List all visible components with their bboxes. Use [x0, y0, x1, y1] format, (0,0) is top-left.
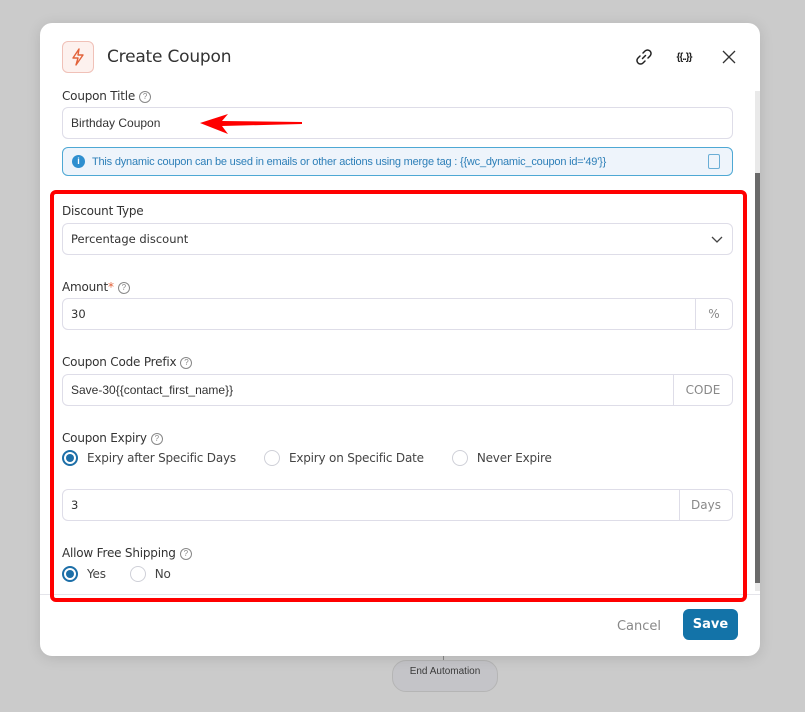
coupon-code-prefix-value: Save-30{{contact_first_name}}: [71, 383, 234, 397]
amount-value: 30: [71, 307, 86, 321]
amount-label: Amount*?: [62, 280, 130, 294]
radio-label: Yes: [87, 567, 106, 581]
close-icon: [722, 50, 736, 64]
close-button[interactable]: [718, 45, 740, 69]
lightning-icon: [62, 41, 94, 73]
link-button[interactable]: [633, 45, 655, 69]
expiry-days-value: 3: [71, 498, 79, 512]
code-suffix: CODE: [673, 375, 732, 405]
coupon-code-prefix-input[interactable]: Save-30{{contact_first_name}} CODE: [62, 374, 733, 406]
radio-label: No: [154, 567, 171, 581]
discount-type-select[interactable]: Percentage discount: [62, 223, 733, 255]
link-icon: [636, 49, 652, 65]
radio-label: Expiry after Specific Days: [87, 451, 236, 465]
coupon-title-label-text: Coupon Title: [62, 89, 136, 103]
radio-free-shipping-yes[interactable]: Yes: [62, 566, 106, 582]
amount-input[interactable]: 30 %: [62, 298, 733, 330]
chevron-down-icon: [711, 236, 723, 243]
radio-unselected-icon: [263, 450, 280, 466]
end-automation-node[interactable]: End Automation: [392, 660, 498, 692]
free-shipping-radio-group: Yes No: [62, 566, 199, 582]
footer-divider: [40, 594, 760, 595]
radio-free-shipping-no[interactable]: No: [129, 566, 171, 582]
coupon-expiry-radio-group: Expiry after Specific Days Expiry on Spe…: [62, 450, 580, 466]
discount-type-label: Discount Type: [62, 204, 144, 218]
radio-expiry-after-days[interactable]: Expiry after Specific Days: [62, 450, 236, 466]
scrollbar-thumb[interactable]: [755, 173, 760, 583]
expiry-days-input[interactable]: 3 Days: [62, 489, 733, 521]
merge-tag-button[interactable]: {{..}}: [671, 45, 697, 69]
radio-label: Never Expire: [476, 451, 552, 465]
coupon-code-prefix-label: Coupon Code Prefix?: [62, 355, 193, 369]
info-text: This dynamic coupon can be used in email…: [92, 155, 607, 168]
help-icon[interactable]: ?: [150, 433, 163, 445]
amount-label-text: Amount: [62, 280, 108, 294]
radio-expiry-on-date[interactable]: Expiry on Specific Date: [263, 450, 424, 466]
percent-suffix: %: [695, 299, 732, 329]
discount-type-value: Percentage discount: [71, 232, 189, 246]
merge-tag-icon: {{..}}: [676, 51, 692, 63]
create-coupon-modal: Create Coupon {{..}} Coupon Title? Birth…: [40, 23, 760, 656]
coupon-title-input[interactable]: Birthday Coupon: [62, 107, 733, 139]
free-shipping-label: Allow Free Shipping?: [62, 546, 192, 560]
merge-tag-info-bar: i This dynamic coupon can be used in ema…: [62, 147, 733, 176]
radio-label: Expiry on Specific Date: [288, 451, 424, 465]
coupon-title-value: Birthday Coupon: [71, 116, 161, 130]
help-icon[interactable]: ?: [180, 357, 193, 369]
required-mark: *: [107, 280, 114, 294]
days-suffix: Days: [679, 490, 732, 520]
help-icon[interactable]: ?: [139, 91, 152, 103]
radio-unselected-icon: [129, 566, 146, 582]
coupon-title-label: Coupon Title?: [62, 89, 152, 103]
radio-selected-icon: [62, 450, 78, 466]
free-shipping-label-text: Allow Free Shipping: [62, 546, 176, 560]
coupon-code-prefix-label-text: Coupon Code Prefix: [62, 355, 177, 369]
radio-selected-icon: [62, 566, 78, 582]
cancel-button[interactable]: Cancel: [607, 612, 671, 640]
help-icon[interactable]: ?: [117, 282, 130, 294]
copy-icon[interactable]: [708, 154, 720, 169]
annotation-arrow-icon: [200, 114, 302, 134]
coupon-expiry-label: Coupon Expiry?: [62, 431, 163, 445]
help-icon[interactable]: ?: [179, 548, 192, 560]
info-icon: i: [72, 155, 85, 168]
radio-never-expire[interactable]: Never Expire: [451, 450, 552, 466]
save-button[interactable]: Save: [683, 609, 738, 640]
coupon-expiry-label-text: Coupon Expiry: [62, 431, 147, 445]
modal-title: Create Coupon: [107, 47, 232, 67]
radio-unselected-icon: [451, 450, 468, 466]
